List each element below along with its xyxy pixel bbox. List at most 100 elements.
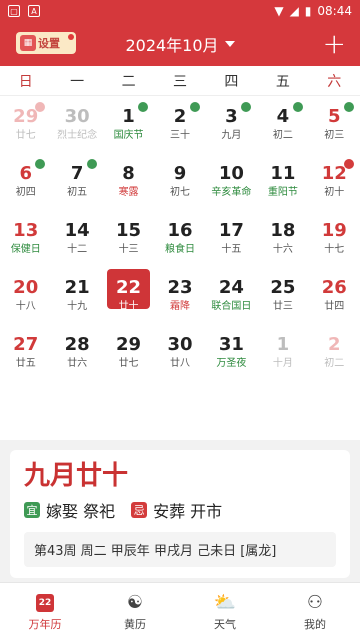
calendar-icon: ▦ [20,35,36,51]
calendar-day[interactable]: 9 初七 [154,153,205,210]
month-title: 2024年10月 [125,36,219,55]
day-number: 19 [321,220,347,241]
day-number: 30 [64,106,90,127]
settings-button[interactable]: ▦ 设置 [16,32,76,54]
day-number: 23 [167,277,193,298]
calendar-day[interactable]: 26 廿四 [309,267,360,324]
calendar-day[interactable]: 11 重阳节 [257,153,308,210]
weekday-label: 六 [327,73,342,90]
lunar-label: 十五 [221,244,242,255]
notification-icon: ▢ [8,5,20,17]
day-number: 31 [218,334,244,355]
status-bar: ▢ A ▼ ◢ ▮ 08:44 [0,0,360,22]
day-number: 10 [218,163,244,184]
calendar-day[interactable]: 18 十六 [257,210,308,267]
battery-icon: ▮ [304,4,312,18]
day-info-card[interactable]: 九月廿十 宜 嫁娶 祭祀 忌 安葬 开市 第43周 周二 甲辰年 甲戌月 己未日… [10,450,350,578]
day-number: 13 [13,220,39,241]
nav-item[interactable]: ⚇ 我的 [270,583,360,640]
weekday-label: 五 [275,73,290,90]
calendar-day[interactable]: 2 三十 [154,96,205,153]
calendar-day[interactable]: 8 寒露 [103,153,154,210]
nav-label: 我的 [304,617,326,631]
lunar-date: 九月廿十 [24,461,129,491]
nav-item[interactable]: ⛅ 天气 [180,583,270,640]
calendar-day[interactable]: 10 辛亥革命 [206,153,257,210]
nav-item[interactable]: ☯ 黄历 [90,583,180,640]
calendar-day[interactable]: 21 十九 [51,267,102,324]
day-number: 25 [270,277,296,298]
weekday-label: 一 [70,73,85,90]
calendar-day[interactable]: 27 廿五 [0,324,51,381]
calendar-day[interactable]: 7 初五 [51,153,102,210]
calendar-day[interactable]: 31 万圣夜 [206,324,257,381]
ji-badge: 忌 [131,502,148,518]
calendar-day[interactable]: 16 粮食日 [154,210,205,267]
calendar-day[interactable]: 3 九月 [206,96,257,153]
calendar-day[interactable]: 4 初二 [257,96,308,153]
calendar-day[interactable]: 30 廿八 [154,324,205,381]
chevron-down-icon [224,41,235,47]
day-number: 8 [122,163,135,184]
lunar-label: 初七 [169,187,190,198]
calendar-day[interactable]: 20 十八 [0,267,51,324]
calendar-day[interactable]: 24 联合国日 [206,267,257,324]
calendar-day[interactable]: 5 初三 [309,96,360,153]
lunar-label: 初五 [67,187,88,198]
calendar-day[interactable]: 1 十月 [257,324,308,381]
lunar-label: 十九 [67,301,88,312]
day-number: 15 [116,220,142,241]
app-notification-icon: A [28,5,40,17]
date-badge: 22 [36,593,54,612]
calendar-day[interactable]: 17 十五 [206,210,257,267]
lunar-label: 廿三 [272,301,293,312]
lunar-label: 初三 [324,130,345,141]
calendar-day[interactable]: 29 廿七 [103,324,154,381]
lunar-label: 十七 [324,244,345,255]
lunar-label: 十月 [272,358,293,369]
calendar-day[interactable]: 19 十七 [309,210,360,267]
lunar-label: 十三 [118,244,139,255]
bottom-nav: 22 万年历 ☯ 黄历 ⛅ 天气 ⚇ 我的 [0,582,360,640]
day-number: 30 [167,334,193,355]
calendar-day[interactable]: 12 初十 [309,153,360,210]
day-number: 21 [64,277,90,298]
calendar-day[interactable]: 29 廿七 [0,96,51,153]
calendar-day[interactable]: 23 霜降 [154,267,205,324]
day-number: 18 [270,220,296,241]
calendar-day[interactable]: 30 烈士纪念 [51,96,102,153]
ganzhi-info: 第43周 周二 甲辰年 甲戌月 己未日 [属龙] [24,532,336,567]
lunar-label: 初四 [15,187,36,198]
lunar-label: 廿六 [67,358,88,369]
calendar-day-today[interactable]: 22 廿十 [103,267,154,324]
calendar-day[interactable]: 6 初四 [0,153,51,210]
work-day-icon [343,159,354,169]
lunar-label: 保健日 [10,244,41,255]
lunar-label: 粮食日 [164,244,195,255]
day-number: 9 [173,163,187,184]
calendar-day[interactable]: 28 廿六 [51,324,102,381]
day-number: 2 [328,334,341,355]
month-selector[interactable]: 2024年10月 [125,32,235,56]
lunar-label: 烈士纪念 [57,130,98,141]
nav-item[interactable]: 22 万年历 [0,583,90,640]
lunar-label: 初二 [272,130,293,141]
lunar-label: 廿八 [169,358,190,369]
nav-label: 万年历 [28,617,62,631]
lunar-label: 初十 [324,187,345,198]
calendar-day[interactable]: 25 廿三 [257,267,308,324]
lunar-label: 十二 [67,244,88,255]
lunar-label: 霜降 [169,301,190,312]
calendar-day[interactable]: 2 初二 [309,324,360,381]
calendar-day[interactable]: 14 十二 [51,210,102,267]
yi-text: 嫁娶 祭祀 [46,502,116,521]
calendar-day[interactable]: 15 十三 [103,210,154,267]
day-number: 11 [270,163,296,184]
add-button[interactable]: + [323,30,346,58]
rest-day-icon [292,102,303,112]
calendar-day[interactable]: 1 国庆节 [103,96,154,153]
calendar-day[interactable]: 13 保健日 [0,210,51,267]
day-number: 1 [276,334,290,355]
lunar-label: 联合国日 [211,301,252,312]
day-number: 29 [116,334,142,355]
